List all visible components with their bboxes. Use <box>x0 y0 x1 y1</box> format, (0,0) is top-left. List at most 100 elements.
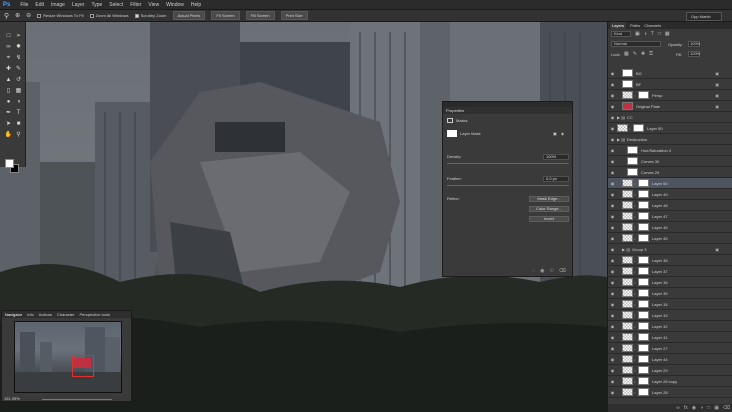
new-group-icon[interactable]: □ <box>707 404 710 412</box>
menu-help[interactable]: Help <box>191 2 201 8</box>
fill-field[interactable]: 100% <box>688 51 700 57</box>
visibility-eye-icon[interactable]: ◉ <box>608 181 617 186</box>
link-layers-icon[interactable]: ∞ <box>676 404 680 412</box>
layer-thumbnail[interactable] <box>627 157 638 165</box>
layer-row[interactable]: ◉ • Layer 47 <box>608 211 732 222</box>
menu-window[interactable]: Window <box>166 2 184 8</box>
visibility-eye-icon[interactable]: ◉ <box>608 115 617 120</box>
lock-all-icon[interactable]: ⚿ <box>649 51 653 57</box>
layer-mask-thumbnail[interactable] <box>638 355 649 363</box>
layer-mask-thumbnail[interactable] <box>638 234 649 242</box>
layer-row[interactable]: ◉ • Persp ▣ <box>608 90 732 101</box>
navigator-zoom-slider[interactable] <box>42 399 112 400</box>
visibility-eye-icon[interactable]: ◉ <box>608 258 617 263</box>
layer-row[interactable]: ◉ • Layer 45 <box>608 233 732 244</box>
layer-thumbnail[interactable] <box>622 322 633 330</box>
navigator-thumbnail[interactable] <box>14 321 122 393</box>
tab-actions[interactable]: Actions <box>39 311 52 318</box>
select-vector-mask-icon[interactable]: ◈ <box>561 131 564 136</box>
layer-mask-thumbnail[interactable] <box>638 377 649 385</box>
zoom-out-icon[interactable]: ⊖ <box>26 12 31 19</box>
layer-thumbnail[interactable] <box>622 278 633 286</box>
opacity-field[interactable]: 100% <box>688 41 700 47</box>
layer-thumbnail[interactable] <box>627 146 638 154</box>
layer-mask-thumbnail[interactable] <box>638 366 649 374</box>
layer-thumbnail[interactable] <box>622 267 633 275</box>
layer-row[interactable]: ◉ Hue/Saturation 4 <box>608 145 732 156</box>
visibility-eye-icon[interactable]: ◉ <box>608 379 617 384</box>
layer-mask-thumbnail[interactable] <box>638 190 649 198</box>
layer-thumbnail[interactable] <box>622 300 633 308</box>
visibility-eye-icon[interactable]: ◉ <box>608 280 617 285</box>
adjustment-layer-icon[interactable]: ◑ <box>700 404 703 412</box>
visibility-eye-icon[interactable]: ◉ <box>608 313 617 318</box>
layer-mask-thumb[interactable] <box>447 130 457 137</box>
zoom-in-icon[interactable]: ⊕ <box>15 12 20 19</box>
layer-mask-thumbnail[interactable] <box>638 322 649 330</box>
visibility-eye-icon[interactable]: ◉ <box>608 126 617 131</box>
filter-shape-icon[interactable]: □ <box>658 31 661 37</box>
folder-icon[interactable]: ▶ ▤ <box>617 137 625 142</box>
menu-file[interactable]: File <box>20 2 28 8</box>
layer-row[interactable]: ◉ ▶ ▤ CC <box>608 112 732 123</box>
gradient-tool-icon[interactable]: ▦ <box>14 87 23 96</box>
mask-edge-button[interactable]: Mask Edge... <box>529 196 569 202</box>
print-size-button[interactable]: Print Size <box>280 11 308 20</box>
visibility-eye-icon[interactable]: ◉ <box>608 159 617 164</box>
tab-info[interactable]: Info <box>27 311 34 318</box>
type-tool-icon[interactable]: T <box>14 109 23 118</box>
filter-adjustment-icon[interactable]: ◑ <box>644 31 647 37</box>
healing-brush-tool-icon[interactable]: ✚ <box>4 65 13 74</box>
foreground-color-swatch[interactable] <box>5 159 14 168</box>
menu-layer[interactable]: Layer <box>72 2 85 8</box>
layer-mask-thumbnail[interactable] <box>638 256 649 264</box>
properties-tab[interactable]: Properties <box>443 107 572 114</box>
tab-character[interactable]: Character <box>57 311 75 318</box>
filter-smart-icon[interactable]: ▦ <box>665 31 670 37</box>
scrubby-zoom-checkbox[interactable]: Scrubby Zoom <box>134 13 167 18</box>
path-select-tool-icon[interactable]: ➤ <box>4 120 13 129</box>
layer-row[interactable]: ◉ • Layer 32 <box>608 321 732 332</box>
brush-tool-icon[interactable]: ✎ <box>14 65 23 74</box>
layer-row[interactable]: ◉ Curves 29 <box>608 167 732 178</box>
layer-row[interactable]: ◉ • Layer 27 <box>608 343 732 354</box>
layer-filter-kind[interactable]: Kind <box>611 31 631 37</box>
invert-button[interactable]: Invert <box>529 216 569 222</box>
visibility-eye-icon[interactable]: ◉ <box>608 214 617 219</box>
layer-row[interactable]: ◉ ▶ ▤ Group 3 ▣ <box>608 244 732 255</box>
layer-mask-thumbnail[interactable] <box>638 179 649 187</box>
filter-pixel-icon[interactable]: ▣ <box>635 31 640 37</box>
layer-thumbnail[interactable] <box>622 377 633 385</box>
marquee-tool-icon[interactable]: □ <box>4 32 13 41</box>
lock-transparent-icon[interactable]: ▦ <box>624 51 629 57</box>
menu-view[interactable]: View <box>148 2 159 8</box>
layer-thumbnail[interactable] <box>622 201 633 209</box>
layer-row[interactable]: ◉ Original Plate ▣ <box>608 101 732 112</box>
tab-channels[interactable]: Channels <box>644 22 661 29</box>
layer-row[interactable]: ◉ • Layer 33 <box>608 310 732 321</box>
visibility-eye-icon[interactable]: ◉ <box>608 247 617 252</box>
layer-row[interactable]: ◉ • Layer 28 <box>608 387 732 398</box>
fit-screen-button[interactable]: Fit Screen <box>211 11 240 20</box>
layer-mask-thumbnail[interactable] <box>638 91 649 99</box>
layer-row[interactable]: ◉ • Layer 49 <box>608 189 732 200</box>
layer-mask-thumbnail[interactable] <box>638 289 649 297</box>
lock-position-icon[interactable]: ✚ <box>641 51 645 57</box>
color-range-button[interactable]: Color Range... <box>529 206 569 212</box>
visibility-eye-icon[interactable]: ◉ <box>608 335 617 340</box>
layer-thumbnail[interactable] <box>622 190 633 198</box>
visibility-eye-icon[interactable]: ◉ <box>608 302 617 307</box>
shape-tool-icon[interactable]: ■ <box>14 120 23 129</box>
layer-row[interactable]: ◉ • Layer 37 <box>608 266 732 277</box>
layer-thumbnail[interactable] <box>622 91 633 99</box>
layer-mask-thumbnail[interactable] <box>638 344 649 352</box>
visibility-eye-icon[interactable]: ◉ <box>608 324 617 329</box>
layer-thumbnail[interactable] <box>622 333 633 341</box>
disable-mask-icon[interactable]: ☉ <box>549 268 553 276</box>
layer-mask-thumbnail[interactable] <box>638 311 649 319</box>
visibility-eye-icon[interactable]: ◉ <box>608 390 617 395</box>
layer-thumbnail[interactable] <box>622 212 633 220</box>
tab-perspective-tools[interactable]: Perspective tools <box>79 311 109 318</box>
crop-tool-icon[interactable]: ⌖ <box>4 54 13 63</box>
layer-thumbnail[interactable] <box>617 124 628 132</box>
